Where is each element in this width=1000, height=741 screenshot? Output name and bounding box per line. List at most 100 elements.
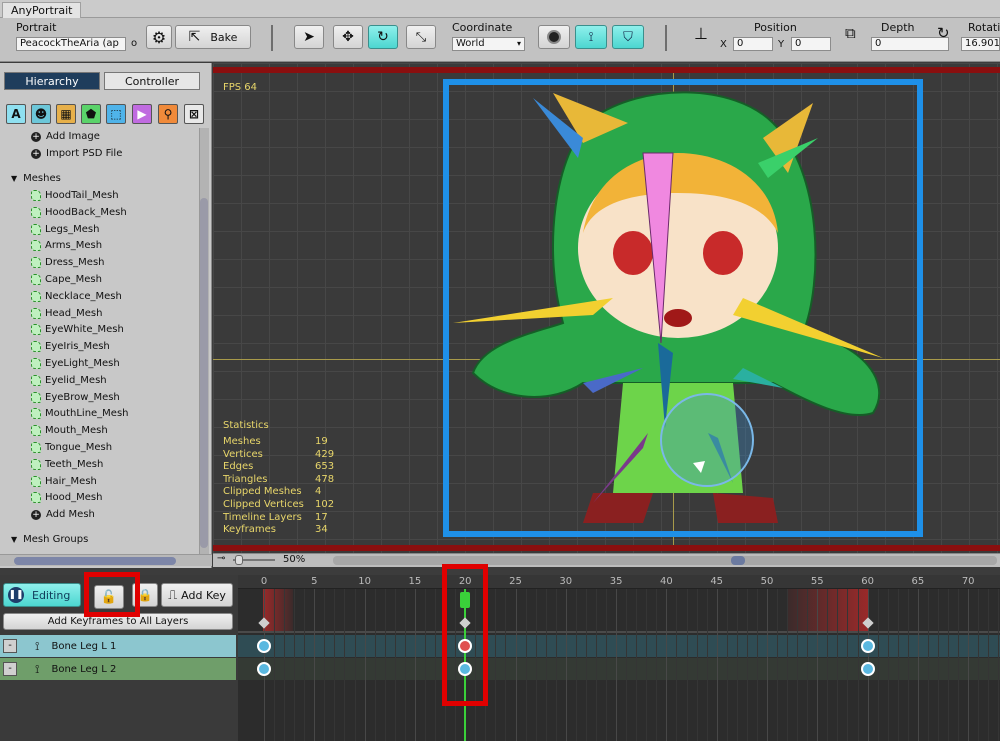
mesh-icon[interactable]: ⬟ <box>81 104 101 124</box>
animation-icon[interactable]: ▶ <box>132 104 152 124</box>
zoom-out-icon[interactable]: ⊸ <box>217 553 225 564</box>
mesh-item[interactable]: Eyelid_Mesh <box>31 372 107 389</box>
position-x-field[interactable]: 0 <box>733 37 773 51</box>
mesh-item[interactable]: Mouth_Mesh <box>31 422 108 439</box>
frame-gridline <box>756 589 758 741</box>
param-icon[interactable]: ⚲ <box>158 104 178 124</box>
frame-gridline <box>314 589 316 741</box>
track-row-2[interactable] <box>238 658 1000 680</box>
mesh-label: Tongue_Mesh <box>45 442 113 453</box>
image-icon[interactable]: ▦ <box>56 104 76 124</box>
mesh-label: Legs_Mesh <box>45 223 100 235</box>
timeline-track-area[interactable] <box>238 575 1000 741</box>
frame-gridline <box>887 589 889 741</box>
track-row-1[interactable] <box>238 635 1000 657</box>
frame-gridline <box>424 589 426 741</box>
mesh-icon <box>31 341 41 353</box>
timeline-ruler[interactable]: 0 5 10 15 20 25 30 35 40 45 50 55 60 65 70 <box>238 575 1000 589</box>
frame-gridline <box>767 589 768 741</box>
import-psd-item[interactable]: + Import PSD File <box>31 145 122 162</box>
mesh-item[interactable]: Arms_Mesh <box>31 237 102 254</box>
hierarchy-hscroll-thumb[interactable] <box>14 557 176 565</box>
frame-gridline <box>575 589 577 741</box>
mesh-icon <box>31 190 41 201</box>
add-key-button[interactable]: ⎍ Add Key <box>161 583 233 607</box>
portrait-picker[interactable]: o <box>131 38 137 49</box>
move-tool-button[interactable]: ✥ <box>333 25 363 49</box>
mesh-item[interactable]: EyeIris_Mesh <box>31 338 110 355</box>
mesh-label: EyeLight_Mesh <box>45 358 120 369</box>
layer-collapse-button[interactable]: - <box>3 662 17 676</box>
viewport-hscroll-track[interactable] <box>333 556 997 565</box>
mesh-item[interactable]: Hair_Mesh <box>31 473 97 490</box>
keyframe[interactable] <box>257 639 271 653</box>
position-icon: ⊥ <box>694 24 708 43</box>
settings-button[interactable]: ⚙ <box>146 25 172 49</box>
mesh-group-icon[interactable]: ⬚ <box>106 104 126 124</box>
add-mesh-item[interactable]: + Add Mesh <box>31 506 95 523</box>
ruler-label: 40 <box>660 576 673 587</box>
keyframe[interactable] <box>860 639 875 653</box>
timeline-layer-bone-leg-l-1[interactable]: - ⟟ Bone Leg L 1 <box>0 635 236 657</box>
add-mesh-label: Add Mesh <box>46 509 95 520</box>
coordinate-select[interactable]: World ▾ <box>452 37 525 51</box>
mesh-item[interactable]: EyeLight_Mesh <box>31 355 120 372</box>
keyframe[interactable] <box>860 662 875 676</box>
mesh-item[interactable]: Tongue_Mesh <box>31 439 112 456</box>
rotate-tool-button[interactable]: ↻ <box>368 25 398 49</box>
bake-button[interactable]: ⇱ Bake <box>175 25 251 49</box>
plus-icon: + <box>31 131 41 142</box>
position-y-field[interactable]: 0 <box>791 37 831 51</box>
timeline-layer-bone-leg-l-2[interactable]: - ⟟ Bone Leg L 2 <box>0 658 236 680</box>
editing-label: Editing <box>32 588 71 602</box>
mesh-item[interactable]: HoodTail_Mesh <box>31 187 119 204</box>
frame-gridline <box>344 589 346 741</box>
frame-gridline <box>837 589 839 741</box>
mesh-item[interactable]: EyeWhite_Mesh <box>31 321 124 338</box>
frame-gridline <box>696 589 698 741</box>
frame-gridline <box>646 589 648 741</box>
mesh-item[interactable]: Cape_Mesh <box>31 271 102 288</box>
mesh-item[interactable]: EyeBrow_Mesh <box>31 389 120 406</box>
portrait-icon[interactable]: ☻ <box>31 104 51 124</box>
add-image-item[interactable]: + Add Image <box>31 128 100 145</box>
hierarchy-scroll-thumb[interactable] <box>200 198 208 548</box>
mesh-item[interactable]: MouthLine_Mesh <box>31 405 129 422</box>
text-tool-icon[interactable]: A <box>6 104 26 124</box>
mesh-icon <box>31 425 41 437</box>
window-tab[interactable]: AnyPortrait <box>2 2 82 18</box>
close-all-icon[interactable]: ⊠ <box>184 104 204 124</box>
mesh-view-button[interactable]: ⛉ <box>612 25 644 49</box>
mesh-item[interactable]: Hood_Mesh <box>31 489 102 506</box>
onion-button[interactable] <box>538 25 570 49</box>
mesh-item[interactable]: Dress_Mesh <box>31 254 105 271</box>
mesh-item[interactable]: Teeth_Mesh <box>31 456 103 473</box>
scale-icon: ⤡ <box>415 29 427 45</box>
select-tool-button[interactable]: ➤ <box>294 25 324 49</box>
mesh-item[interactable]: Head_Mesh <box>31 305 102 322</box>
frame-gridline <box>716 589 718 741</box>
viewport-hscroll-thumb[interactable] <box>731 556 745 565</box>
frame-gridline <box>626 589 628 741</box>
meshes-header[interactable]: ▼ Meshes <box>11 170 61 187</box>
ruler-label: 25 <box>509 576 522 587</box>
tab-controller[interactable]: Controller <box>104 72 200 90</box>
move-icon: ✥ <box>342 29 354 45</box>
zoom-slider-thumb[interactable] <box>235 555 243 565</box>
mesh-item[interactable]: Legs_Mesh <box>31 221 99 238</box>
mesh-groups-header[interactable]: ▼ Mesh Groups <box>11 531 88 548</box>
onion-icon <box>547 30 561 44</box>
mesh-item[interactable]: HoodBack_Mesh <box>31 204 127 221</box>
mesh-icon <box>31 257 41 269</box>
stat-value: 17 <box>315 511 328 523</box>
rotation-field[interactable]: 16.9016 <box>961 37 1000 51</box>
bone-view-button[interactable]: ⟟ <box>575 25 607 49</box>
scale-tool-button[interactable]: ⤡ <box>406 25 436 49</box>
layer-collapse-button[interactable]: - <box>3 639 17 653</box>
keyframe[interactable] <box>257 662 271 676</box>
tab-hierarchy[interactable]: Hierarchy <box>4 72 100 90</box>
scene-viewport[interactable]: FPS 64 Statistics Meshes 19 Vertices 429 Edg… <box>213 63 1000 553</box>
editing-toggle[interactable]: ❚❚ Editing <box>3 583 81 607</box>
portrait-field[interactable]: PeacockTheAria (ap <box>16 37 126 51</box>
mesh-item[interactable]: Necklace_Mesh <box>31 288 122 305</box>
